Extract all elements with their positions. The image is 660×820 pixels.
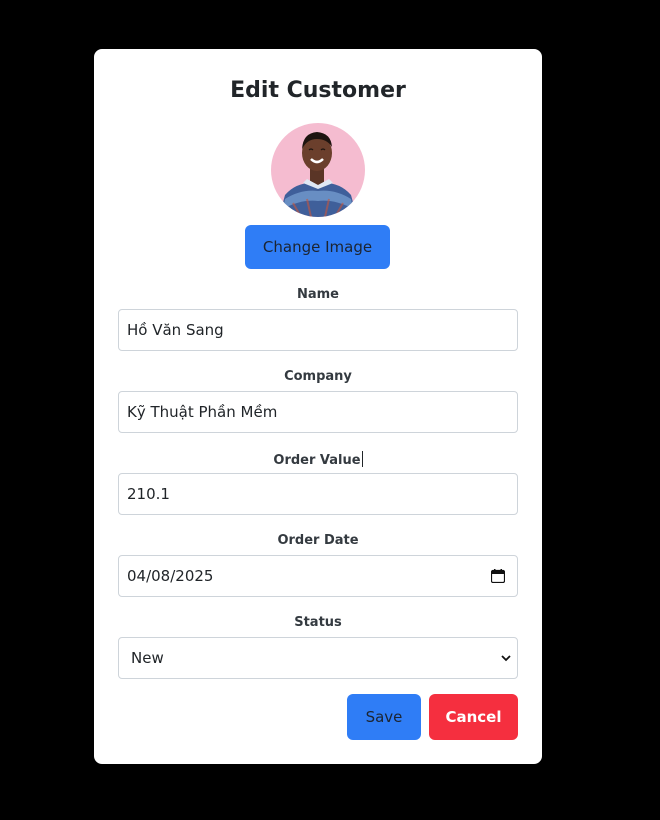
order-value-label: Order Value [94, 451, 542, 469]
save-button[interactable]: Save [347, 694, 421, 740]
customer-avatar [271, 123, 365, 217]
status-label: Status [294, 615, 342, 630]
name-input[interactable] [118, 309, 518, 351]
order-value-input[interactable] [118, 473, 518, 515]
status-select[interactable]: New [118, 637, 518, 679]
order-date-input[interactable]: 04/08/2025 [118, 555, 518, 597]
company-input[interactable] [118, 391, 518, 433]
cancel-button[interactable]: Cancel [429, 694, 518, 740]
avatar-photo-icon [271, 123, 365, 217]
order-value-label-text: Order Value [273, 453, 361, 468]
calendar-icon[interactable] [490, 569, 506, 584]
edit-customer-dialog: Edit Customer Change Image Name Company … [94, 49, 542, 764]
chevron-down-icon [501, 651, 511, 665]
name-label: Name [296, 287, 339, 302]
change-image-button[interactable]: Change Image [245, 225, 390, 269]
company-label: Company [284, 369, 352, 384]
status-selected-value: New [131, 649, 164, 667]
dialog-title: Edit Customer [230, 78, 406, 103]
order-date-value: 04/08/2025 [127, 567, 214, 585]
text-caret [361, 451, 363, 467]
order-date-label: Order Date [277, 533, 359, 548]
